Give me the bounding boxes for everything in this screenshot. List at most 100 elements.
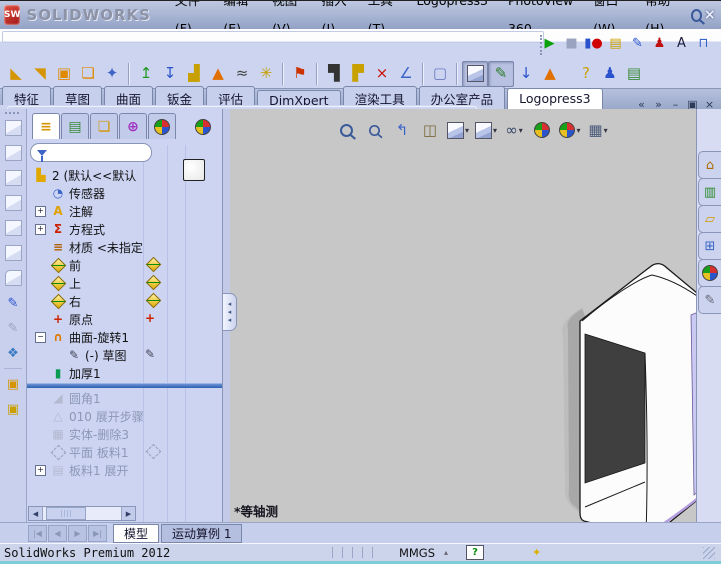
model-3d-canvas[interactable]: Y X Z (230, 109, 696, 522)
sketch-3d-tool-icon[interactable]: ✎ (2, 317, 24, 339)
view-left-icon[interactable] (2, 167, 24, 189)
addin-icon[interactable]: ♟ (650, 34, 669, 53)
flag-tool-icon[interactable]: ⚑ (288, 62, 312, 86)
search-icon[interactable] (691, 8, 703, 22)
die-pot-icon[interactable]: ▟ (182, 62, 206, 86)
graphics-viewport[interactable]: ↰ ◫ ▾ ▾ ∞ ▾ ▾ ▦ ▾ *等轴测 (230, 109, 696, 522)
scrollbar-thumb[interactable] (46, 507, 86, 520)
flatten-tool-icon[interactable]: ✦ (100, 62, 124, 86)
view-back-icon[interactable] (2, 142, 24, 164)
expand-icon[interactable]: + (35, 206, 46, 217)
last-frame-icon[interactable]: ▶| (88, 524, 107, 542)
mate-tool-icon[interactable]: ❖ (2, 342, 24, 364)
tree-item-3[interactable]: + Σ 方程式 (27, 220, 222, 238)
units-selector[interactable]: MMGS (399, 546, 435, 560)
collapse-icon[interactable]: − (35, 332, 46, 343)
view-isometric-icon[interactable] (2, 267, 24, 289)
tree-item-8[interactable]: + 原点 + (27, 310, 222, 328)
document-tab-0[interactable]: 模型 (113, 523, 160, 543)
measure-cone-icon[interactable]: ▲ (538, 62, 562, 86)
appearances-icon[interactable] (698, 259, 721, 287)
displaypane-ball-icon[interactable] (190, 114, 216, 139)
featuremanager-tab[interactable]: ≡ (32, 113, 60, 139)
expand-icon[interactable]: + (35, 224, 46, 235)
first-frame-icon[interactable]: |◀ (28, 524, 47, 542)
next-frame-icon[interactable]: ▶ (68, 524, 87, 542)
document-tab-1[interactable]: 运动算例 1 (161, 523, 243, 543)
export-step-up-icon[interactable]: ↥ (134, 62, 158, 86)
view-palette-icon[interactable]: ⊞ (698, 232, 721, 260)
record-pause-macro-icon[interactable]: ▮ ● (584, 34, 603, 53)
view-cube-icon[interactable] (462, 60, 488, 87)
tree-item-11[interactable]: ▮ 加厚1 (27, 364, 222, 382)
new-assembly-icon[interactable]: ▣ (2, 398, 24, 420)
panel-collapse-tab[interactable]: ◂ ◂ ◂ (222, 293, 237, 331)
play-macro-icon[interactable]: ▶ (540, 34, 559, 53)
tree-item-15[interactable]: ▦ 实体-删除3 (27, 425, 222, 443)
tutor-help-icon[interactable]: ♟ (598, 62, 622, 86)
displaymanager-tab[interactable] (148, 113, 176, 139)
tree-item-14[interactable]: △ 010 展开步骤 (27, 407, 222, 425)
model-interior-face[interactable] (584, 333, 646, 484)
tree-item-2[interactable]: + A 注解 (27, 202, 222, 220)
press-station-add-icon[interactable]: ▛ (346, 62, 370, 86)
view-front-icon[interactable] (2, 117, 24, 139)
unfold-strip-icon[interactable]: ▣ (52, 62, 76, 86)
edit-macro-icon[interactable]: ✎ (628, 34, 647, 53)
stop-macro-icon[interactable]: ■ (562, 34, 581, 53)
tree-item-1[interactable]: ◔ 传感器 (27, 184, 222, 202)
format-text-icon[interactable]: A (672, 34, 691, 53)
scroll-right-icon[interactable]: ▶ (121, 507, 135, 520)
spray-tool-icon[interactable]: ✳ (254, 62, 278, 86)
spec-help-icon[interactable]: ▤ (622, 62, 646, 86)
prev-frame-icon[interactable]: ◀ (48, 524, 67, 542)
tree-item-5[interactable]: 前 (27, 256, 222, 274)
cone-tool-icon[interactable]: ▲ (206, 62, 230, 86)
tree-item-10[interactable]: ✎ (-) 草图 ✎ (27, 346, 222, 364)
delete-station-icon[interactable]: × (370, 62, 394, 86)
blank-layers-icon[interactable]: ❏ (76, 62, 100, 86)
tree-item-6[interactable]: 上 (27, 274, 222, 292)
quick-help-icon[interactable]: ? (466, 545, 485, 560)
tree-filter-input[interactable] (30, 143, 152, 162)
dimension-palette-icon[interactable]: ⊓ (694, 34, 713, 53)
tree-item-7[interactable]: 右 (27, 292, 222, 310)
fold-up-icon[interactable]: ◥ (28, 62, 52, 86)
view-bottom-icon[interactable] (2, 242, 24, 264)
tree-item-17[interactable]: + ▤ 板料1 展开 (27, 461, 222, 479)
export-step-down-icon[interactable]: ↧ (158, 62, 182, 86)
close-window-icon[interactable]: × (702, 6, 717, 24)
dimxpertmanager-tab[interactable]: ⊕ (119, 113, 147, 139)
panel-horizontal-scrollbar[interactable]: ◀ ▶ (28, 506, 136, 521)
new-macro-icon[interactable]: ▤ (606, 34, 625, 53)
tree-item-0[interactable]: ▙ 2 (默认<<默认 (27, 166, 222, 184)
fold-down-icon[interactable]: ◣ (4, 62, 28, 86)
tree-item-13[interactable]: ◢ 圆角1 (27, 389, 222, 407)
probe-tool-icon[interactable]: ✎ (488, 60, 514, 87)
anchor-down-icon[interactable]: ↓ (514, 62, 538, 86)
tree-item-4[interactable]: ≡ 材质 <未指定 (27, 238, 222, 256)
view-right-icon[interactable] (2, 192, 24, 214)
rollback-bar[interactable] (27, 383, 222, 388)
help-icon[interactable]: ? (574, 62, 598, 86)
expand-icon[interactable]: + (35, 465, 46, 476)
tree-item-16[interactable]: 平面 板料1 (27, 443, 222, 461)
press-station-icon[interactable]: ▜ (322, 62, 346, 86)
sketch-tool-icon[interactable]: ✎ (2, 292, 24, 314)
scroll-left-icon[interactable]: ◀ (29, 507, 43, 520)
units-dropdown-icon[interactable]: ▴ (444, 548, 448, 557)
custom-properties-icon[interactable]: ✎ (698, 286, 721, 314)
file-explorer-icon[interactable]: ▱ (698, 205, 721, 233)
command-tab-8[interactable]: Logopress3 (507, 88, 603, 111)
tree-item-9[interactable]: − ∩ 曲面-旋转1 (27, 328, 222, 346)
view-top-icon[interactable] (2, 217, 24, 239)
configurationmanager-tab[interactable]: ❏ (90, 113, 118, 139)
quick-tip-icon[interactable]: ✦ (532, 546, 541, 559)
design-library-icon[interactable]: ▥ (698, 178, 721, 206)
resize-grip[interactable] (703, 546, 715, 559)
angle-sketch-icon[interactable]: ∠ (394, 62, 418, 86)
propertymanager-tab[interactable]: ▤ (61, 113, 89, 139)
new-part-icon[interactable]: ▣ (2, 373, 24, 395)
part-model[interactable] (562, 263, 696, 522)
resources-home-icon[interactable]: ⌂ (698, 151, 721, 179)
